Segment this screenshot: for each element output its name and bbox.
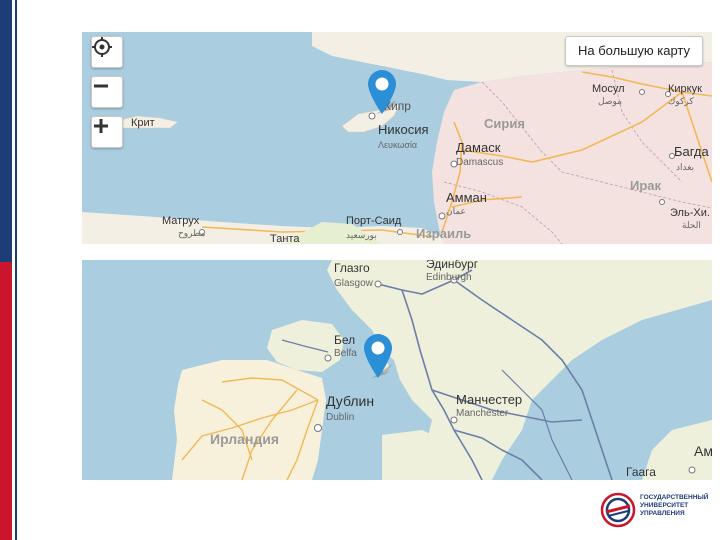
- label-mosul: Мосул: [592, 83, 625, 95]
- side-bar-red: [0, 262, 12, 540]
- label-am: Ам: [694, 443, 712, 459]
- label-kirkuk-ar: كركوك: [668, 96, 694, 107]
- label-matruh-ar: مطروح: [178, 228, 206, 239]
- city-dot-dublin: [314, 424, 322, 432]
- label-matruh: Матрух: [162, 215, 200, 227]
- city-dot-port-said: [397, 229, 403, 235]
- label-iraq: Ирак: [630, 178, 662, 193]
- label-baghdad-ar: بغداد: [676, 162, 694, 172]
- label-el-hilla-ar: الحلة: [682, 220, 701, 230]
- label-belfast: Бел: [334, 333, 355, 347]
- university-logo-text: ГОСУДАРСТВЕННЫЙ УНИВЕРСИТЕТ УПРАВЛЕНИЯ: [640, 494, 709, 517]
- geolocation-button[interactable]: [91, 36, 123, 68]
- label-port-said-ar: بورسعيد: [346, 230, 377, 241]
- label-baghdad: Багда: [674, 144, 710, 159]
- label-ireland: Ирландия: [210, 431, 279, 447]
- label-mosul-ar: موصل: [598, 96, 622, 107]
- label-edinburgh: Эдинбург: [426, 260, 479, 271]
- open-big-map-button[interactable]: На большую карту: [564, 36, 703, 66]
- label-manchester-en: Manchester: [456, 408, 509, 419]
- city-dot-belfast: [324, 354, 332, 362]
- label-tanta: Танта: [270, 233, 300, 244]
- city-dot-glasgow: [374, 280, 382, 288]
- side-bar-blue: [0, 0, 12, 262]
- university-emblem-icon: [600, 492, 636, 528]
- city-dot-hague: [688, 466, 696, 474]
- zoom-out-button[interactable]: [91, 76, 123, 108]
- label-nicosia-local: Λευκωσία: [378, 140, 417, 150]
- label-kirkuk: Киркук: [668, 83, 702, 95]
- label-damascus: Дамаск: [456, 140, 501, 155]
- plus-icon: [94, 119, 108, 133]
- city-dot-mosul: [639, 89, 645, 95]
- label-glasgow: Глазго: [334, 261, 370, 275]
- label-hague: Гаага: [626, 465, 656, 479]
- university-logo: ГОСУДАРСТВЕННЫЙ УНИВЕРСИТЕТ УПРАВЛЕНИЯ: [600, 490, 710, 530]
- label-damascus-en: Damascus: [456, 157, 503, 168]
- label-amman: Амман: [446, 190, 487, 205]
- label-el-hilla: Эль-Хи.: [670, 207, 710, 219]
- label-israel: Израиль: [416, 226, 471, 241]
- map-british-isles-canvas[interactable]: Глазго Glasgow Эдинбург Edinburgh Бел Be…: [82, 260, 712, 480]
- label-nicosia: Никосия: [378, 122, 429, 137]
- label-crete: Крит: [131, 117, 155, 129]
- label-syria: Сирия: [484, 116, 525, 131]
- city-dot-nicosia: [368, 112, 376, 120]
- side-bar-thin-line: [15, 0, 17, 540]
- label-glasgow-en: Glasgow: [334, 278, 374, 289]
- city-dot-amman: [438, 212, 446, 220]
- crosshair-icon: [92, 37, 112, 57]
- label-dublin-en: Dublin: [326, 412, 354, 423]
- label-port-said: Порт-Саид: [346, 215, 402, 227]
- map-british-isles[interactable]: Глазго Glasgow Эдинбург Edinburgh Бел Be…: [82, 260, 712, 480]
- label-manchester: Манчестер: [456, 392, 522, 407]
- label-belfast-en: Belfa: [334, 348, 357, 359]
- minus-icon: [94, 84, 108, 88]
- map-middle-east[interactable]: Крит Кипр Никосия Λευκωσία Сирия Дамаск …: [82, 32, 712, 244]
- zoom-in-button[interactable]: [91, 116, 123, 148]
- city-dot-el-hilla: [659, 199, 665, 205]
- label-edinburgh-en: Edinburgh: [426, 272, 472, 283]
- label-dublin: Дублин: [326, 393, 374, 409]
- label-amman-ar: عمان: [446, 206, 466, 216]
